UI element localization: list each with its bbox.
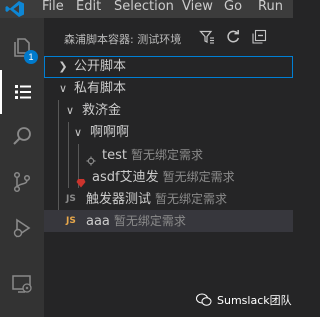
chevron-down-icon: ∨: [58, 82, 68, 95]
source-control-icon: [13, 171, 31, 193]
menu-selection[interactable]: Selection: [112, 0, 176, 18]
script-name: test: [102, 148, 127, 163]
tree-item-text: asdf艾迪发 暂无绑定需求: [92, 166, 235, 189]
tree-item-text: test 暂无绑定需求: [102, 144, 203, 167]
tree-item-text: aaa 暂无绑定需求: [86, 210, 186, 233]
script-name: asdf艾迪发: [92, 170, 159, 185]
menu-go[interactable]: Go: [222, 0, 244, 18]
search-button[interactable]: [0, 114, 44, 158]
vscode-logo-icon: [5, 1, 24, 17]
tree-item-folder[interactable]: ∨ 啊啊啊: [44, 122, 293, 144]
remote-explorer-button[interactable]: [0, 262, 44, 306]
tree-item-label: 啊啊啊: [90, 125, 130, 140]
watermark-text: Sumslack团队: [217, 294, 292, 307]
tree-item-private-scripts[interactable]: ∨ 私有脚本: [44, 78, 293, 100]
js-file-icon: JS: [66, 194, 76, 204]
filter-button[interactable]: [198, 28, 216, 46]
filter-icon: [199, 30, 214, 44]
collapse-all-icon: [252, 29, 267, 44]
menu-file[interactable]: File: [40, 0, 66, 18]
tree-item-public-scripts[interactable]: ❯ 公开脚本: [44, 56, 293, 78]
remote-explorer-icon: [12, 275, 32, 293]
explorer-badge: 1: [24, 50, 38, 64]
tree-item-label: 公开脚本: [74, 59, 127, 74]
run-debug-icon: [13, 218, 31, 238]
binding-status: 暂无绑定需求: [162, 170, 235, 184]
refresh-icon: [227, 30, 240, 43]
script-name: aaa: [86, 214, 110, 229]
tree-item-script[interactable]: JS aaa 暂无绑定需求: [44, 210, 293, 232]
binding-status: 暂无绑定需求: [155, 192, 228, 206]
source-control-button[interactable]: [0, 160, 44, 204]
tree-item-script[interactable]: asdf艾迪发 暂无绑定需求: [44, 166, 293, 188]
panel-header: 森浦脚本容器: 测试环境: [44, 18, 293, 56]
js-file-icon: JS: [66, 216, 76, 226]
menu-run[interactable]: Run: [256, 0, 285, 18]
chevron-down-icon: ∨: [65, 104, 75, 117]
run-debug-button[interactable]: [0, 206, 44, 250]
wechat-logo-icon: [196, 293, 212, 306]
chevron-right-icon: ❯: [58, 60, 68, 73]
watermark: Sumslack团队: [196, 292, 292, 308]
script-container-panel: 森浦脚本容器: 测试环境 ❯ 公开脚本 ∨ 私有脚本 ∨ 救济金 ∨ 啊啊啊 t…: [44, 18, 293, 317]
search-icon: [13, 127, 31, 145]
refresh-button[interactable]: [224, 28, 242, 46]
panel-title: 森浦脚本容器: 测试环境: [64, 33, 182, 46]
tree-item-folder[interactable]: ∨ 救济金: [44, 100, 293, 122]
explorer-button[interactable]: 1: [0, 26, 44, 70]
tree-item-script[interactable]: test 暂无绑定需求: [44, 144, 293, 166]
chevron-down-icon: ∨: [73, 126, 83, 139]
list-icon: [15, 85, 31, 99]
script-container-button[interactable]: [0, 70, 44, 114]
menu-edit[interactable]: Edit: [74, 0, 103, 18]
collapse-all-button[interactable]: [250, 28, 268, 46]
tree-item-text: 触发器测试 暂无绑定需求: [86, 188, 227, 211]
script-name: 触发器测试: [86, 192, 152, 207]
tree-item-label: 私有脚本: [74, 81, 127, 96]
tree-item-label: 救济金: [82, 103, 122, 118]
tree-item-script[interactable]: JS 触发器测试 暂无绑定需求: [44, 188, 293, 210]
menu-view[interactable]: View: [180, 0, 215, 18]
menu-bar: File Edit Selection View Go Run: [0, 0, 293, 18]
binding-status: 暂无绑定需求: [113, 214, 186, 228]
binding-status: 暂无绑定需求: [130, 148, 203, 162]
activity-bar: 1: [0, 18, 44, 317]
